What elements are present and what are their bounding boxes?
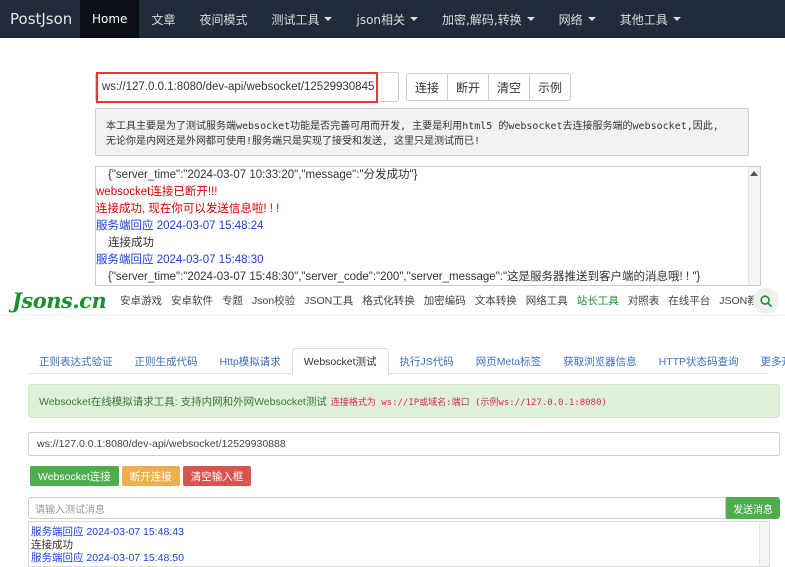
jsons-nav-item[interactable]: JSON工具 — [304, 293, 353, 308]
log-scrollbar[interactable] — [748, 167, 760, 285]
disconnect-button[interactable]: 断开 — [447, 73, 490, 101]
log-line: 连接成功 — [108, 237, 154, 249]
example-button[interactable]: 示例 — [529, 73, 572, 101]
tab-5[interactable]: 网页Meta标签 — [465, 348, 552, 374]
ws-button-group: 连接 断开 清空 示例 — [406, 73, 572, 101]
clear-input-button[interactable]: 清空输入框 — [182, 466, 252, 486]
log-line: {"server_time":"2024-03-07 10:33:20","me… — [108, 169, 418, 181]
nav-item-7[interactable]: 其他工具 — [608, 0, 693, 38]
log-line: 服务端回应 2024-03-07 15:48:43 — [31, 526, 184, 538]
jsons-nav-item[interactable]: 在线平台 — [668, 293, 710, 308]
jsons-logo[interactable]: Jsons.cn — [12, 288, 120, 313]
log-scrollbar-2[interactable] — [759, 522, 769, 566]
nav-item-label: 文章 — [151, 12, 176, 27]
jsons-nav-item[interactable]: 格式化转换 — [362, 293, 415, 308]
send-message-button[interactable]: 发送消息 — [726, 497, 780, 519]
message-log-lines: {"server_time":"2024-03-07 10:33:20","me… — [96, 167, 760, 285]
tab-6[interactable]: 获取浏览器信息 — [552, 348, 648, 374]
jsons-nav-item[interactable]: 安卓软件 — [171, 293, 213, 308]
info-alert: Websocket在线模拟请求工具: 支持内网和外网Websocket测试 连接… — [28, 384, 780, 418]
nav-item-2[interactable]: 夜间模式 — [187, 0, 259, 38]
tool-description: 本工具主要是为了测试服务端websocket功能是否完善可用而开发, 主要是利用… — [95, 108, 749, 156]
alert-format-hint: 连接格式为 ws://IP或域名:端口 (示例ws://127.0.0.1:80… — [330, 397, 607, 408]
nav-item-5[interactable]: 加密,解码,转换 — [430, 0, 547, 38]
log-line: websocket连接已断开!!! — [96, 186, 218, 198]
nav-item-label: 网络 — [558, 12, 583, 27]
caret-down-icon — [587, 17, 596, 21]
description-line-2: 无论你是内网还是外网都可使用!服务端只是实现了接受和发送, 这里只是测试而已! — [106, 136, 481, 147]
jsons-nav-item[interactable]: Json校验 — [252, 293, 295, 308]
connect-button[interactable]: 连接 — [406, 73, 449, 101]
caret-down-icon — [410, 17, 419, 21]
jsons-nav-item[interactable]: 网络工具 — [526, 293, 568, 308]
nav-item-label: 测试工具 — [271, 12, 320, 27]
ws-url-row: 连接 断开 清空 示例 — [95, 72, 572, 103]
jsons-nav-item[interactable]: 专题 — [222, 293, 243, 308]
search-icon — [760, 295, 773, 308]
disconnect-button-2[interactable]: 断开连接 — [121, 466, 180, 486]
clear-button[interactable]: 清空 — [488, 73, 531, 101]
jsons-navbar: Jsons.cn 安卓游戏 安卓软件 专题 Json校验 JSON工具 格式化转换 加密编码… — [0, 286, 785, 316]
tab-2[interactable]: Http模拟请求 — [209, 348, 292, 374]
log-line: 服务端回应 2024-03-07 15:48:30 — [96, 254, 264, 266]
top-nav-menu: Home 文章 夜间模式 测试工具 json相关 加密,解码,转换 网络 其他工具 — [80, 0, 693, 38]
jsons-nav-item[interactable]: 安卓游戏 — [120, 293, 162, 308]
brand-logo[interactable]: PostJson — [0, 0, 80, 38]
tab-4[interactable]: 执行JS代码 — [389, 348, 465, 374]
top-navbar: PostJson Home 文章 夜间模式 测试工具 json相关 加密,解码,转换 网络 其… — [0, 0, 785, 38]
jsons-nav-item[interactable]: 加密编码 — [424, 293, 466, 308]
caret-down-icon — [672, 17, 681, 21]
websocket-connect-button[interactable]: Websocket连接 — [30, 466, 119, 486]
postjson-panel: PostJson Home 文章 夜间模式 测试工具 json相关 加密,解码,转换 网络 其… — [0, 0, 785, 286]
tab-0[interactable]: 正则表达式验证 — [28, 348, 124, 374]
log-line: 连接成功 — [31, 539, 73, 551]
jsons-panel: Jsons.cn 安卓游戏 安卓软件 专题 Json校验 JSON工具 格式化转换 加密编码… — [0, 286, 785, 567]
nav-item-1[interactable]: 文章 — [139, 0, 187, 38]
nav-item-label: 加密,解码,转换 — [442, 12, 522, 27]
action-buttons: Websocket连接 断开连接 清空输入框 — [30, 466, 254, 486]
ws-url-input[interactable] — [95, 72, 399, 102]
search-button[interactable] — [753, 288, 779, 314]
tab-7[interactable]: HTTP状态码查询 — [648, 348, 750, 374]
message-log[interactable]: {"server_time":"2024-03-07 10:33:20","me… — [95, 166, 761, 286]
log-line: 服务端回应 2024-03-07 15:48:24 — [96, 220, 264, 232]
alert-text: Websocket在线模拟请求工具: 支持内网和外网Websocket测试 — [39, 395, 327, 408]
tab-8[interactable]: 更多开发工具 — [750, 348, 785, 374]
jsons-nav-item[interactable]: 对照表 — [628, 293, 660, 308]
log-line: {"server_time":"2024-03-07 15:48:30","se… — [108, 271, 701, 283]
scroll-up-arrow-icon[interactable] — [750, 171, 758, 176]
message-row: 请输入测试消息 发送消息 — [28, 497, 780, 519]
nav-item-label: 其他工具 — [619, 12, 668, 27]
message-log-2[interactable]: 服务端回应 2024-03-07 15:48:43 连接成功 服务端回应 2024-… — [28, 521, 770, 567]
tool-tabs: 正则表达式验证 正则生成代码 Http模拟请求 Websocket测试 执行JS代码 网页… — [28, 348, 785, 375]
log-line: 连接成功, 现在你可以发送信息啦! ! ! — [96, 203, 280, 215]
jsons-nav-item[interactable]: 文本转换 — [475, 293, 517, 308]
nav-item-4[interactable]: json相关 — [344, 0, 430, 38]
tab-1[interactable]: 正则生成代码 — [124, 348, 209, 374]
message-input[interactable]: 请输入测试消息 — [28, 497, 726, 519]
nav-item-label: 夜间模式 — [199, 12, 248, 27]
nav-item-label: Home — [92, 12, 128, 26]
tab-3[interactable]: Websocket测试 — [291, 348, 389, 375]
nav-item-6[interactable]: 网络 — [547, 0, 608, 38]
log-line: 服务端回应 2024-03-07 15:48:50 — [31, 552, 184, 564]
jsons-nav-item[interactable]: 站长工具 — [577, 293, 619, 308]
nav-item-3[interactable]: 测试工具 — [259, 0, 344, 38]
caret-down-icon — [526, 17, 535, 21]
message-log-2-lines: 服务端回应 2024-03-07 15:48:43 连接成功 服务端回应 2024-… — [29, 526, 769, 565]
ws-url-input-2[interactable]: ws://127.0.0.1:8080/dev-api/websocket/12… — [28, 432, 780, 456]
description-line-1: 本工具主要是为了测试服务端websocket功能是否完善可用而开发, 主要是利用… — [106, 121, 719, 132]
jsons-nav-menu: 安卓游戏 安卓软件 专题 Json校验 JSON工具 格式化转换 加密编码 文本转换 网络工具站… — [120, 293, 777, 308]
caret-down-icon — [324, 17, 333, 21]
nav-item-0[interactable]: Home — [80, 0, 140, 38]
nav-item-label: json相关 — [356, 12, 406, 27]
